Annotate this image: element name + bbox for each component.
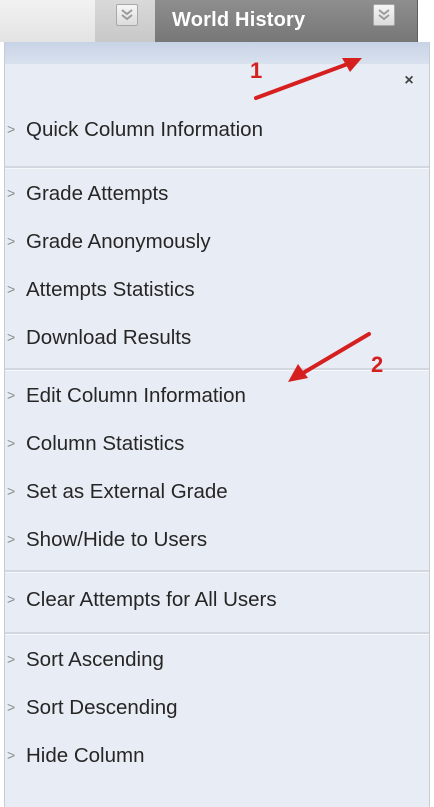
menu-item-download-results[interactable]: > Download Results xyxy=(5,318,429,356)
menu-item-label: Attempts Statistics xyxy=(26,278,195,301)
menu-item-column-statistics[interactable]: > Column Statistics xyxy=(5,424,429,462)
previous-column-menu-button[interactable] xyxy=(116,4,138,26)
chevron-right-icon: > xyxy=(7,483,16,499)
chevron-right-icon: > xyxy=(7,699,16,715)
menu-item-grade-anonymously[interactable]: > Grade Anonymously xyxy=(5,222,429,260)
menu-item-label: Hide Column xyxy=(26,744,145,767)
chevron-right-icon: > xyxy=(7,531,16,547)
menu-item-set-as-external-grade[interactable]: > Set as External Grade xyxy=(5,472,429,510)
chevron-down-icon xyxy=(378,9,390,21)
menu-item-sort-ascending[interactable]: > Sort Ascending xyxy=(5,640,429,678)
chevron-down-icon xyxy=(121,9,133,21)
menu-item-show-hide-to-users[interactable]: > Show/Hide to Users xyxy=(5,520,429,558)
menu-item-sort-descending[interactable]: > Sort Descending xyxy=(5,688,429,726)
menu-divider xyxy=(5,166,429,169)
menu-item-label: Grade Anonymously xyxy=(26,230,211,253)
menu-item-attempts-statistics[interactable]: > Attempts Statistics xyxy=(5,270,429,308)
menu-divider xyxy=(5,570,429,573)
menu-divider xyxy=(5,632,429,635)
chevron-right-icon: > xyxy=(7,121,16,137)
menu-item-label: Show/Hide to Users xyxy=(26,528,208,551)
menu-item-label: Clear Attempts for All Users xyxy=(26,588,277,611)
close-icon[interactable]: × xyxy=(399,71,419,91)
menu-item-label: Sort Ascending xyxy=(26,648,164,671)
chevron-right-icon: > xyxy=(7,281,16,297)
menu-divider xyxy=(5,368,429,371)
chevron-right-icon: > xyxy=(7,233,16,249)
menu-item-label: Download Results xyxy=(26,326,192,349)
column-menu-button[interactable] xyxy=(373,4,395,26)
menu-item-clear-attempts-for-all-users[interactable]: > Clear Attempts for All Users xyxy=(5,580,429,618)
chevron-right-icon: > xyxy=(7,185,16,201)
menu-item-edit-column-information[interactable]: > Edit Column Information xyxy=(5,376,429,414)
menu-item-label: Grade Attempts xyxy=(26,182,169,205)
menu-item-label: Set as External Grade xyxy=(26,480,228,503)
annotation-marker-2: 2 xyxy=(371,352,384,377)
grade-center-header: World History xyxy=(0,0,434,42)
chevron-right-icon: > xyxy=(7,435,16,451)
menu-top-bar xyxy=(5,42,429,64)
chevron-right-icon: > xyxy=(7,591,16,607)
menu-item-label: Quick Column Information xyxy=(26,118,263,141)
annotation-marker-1: 1 xyxy=(250,58,263,83)
menu-item-quick-column-information[interactable]: > Quick Column Information xyxy=(5,110,429,148)
chevron-right-icon: > xyxy=(7,747,16,763)
menu-item-grade-attempts[interactable]: > Grade Attempts xyxy=(5,174,429,212)
chevron-right-icon: > xyxy=(7,651,16,667)
chevron-right-icon: > xyxy=(7,387,16,403)
menu-item-label: Edit Column Information xyxy=(26,384,246,407)
menu-item-label: Column Statistics xyxy=(26,432,185,455)
column-title: World History xyxy=(172,9,306,31)
chevron-right-icon: > xyxy=(7,329,16,345)
menu-item-hide-column[interactable]: > Hide Column xyxy=(5,736,429,774)
column-context-menu: × > Quick Column Information > Grade Att… xyxy=(4,42,430,807)
menu-item-label: Sort Descending xyxy=(26,696,178,719)
